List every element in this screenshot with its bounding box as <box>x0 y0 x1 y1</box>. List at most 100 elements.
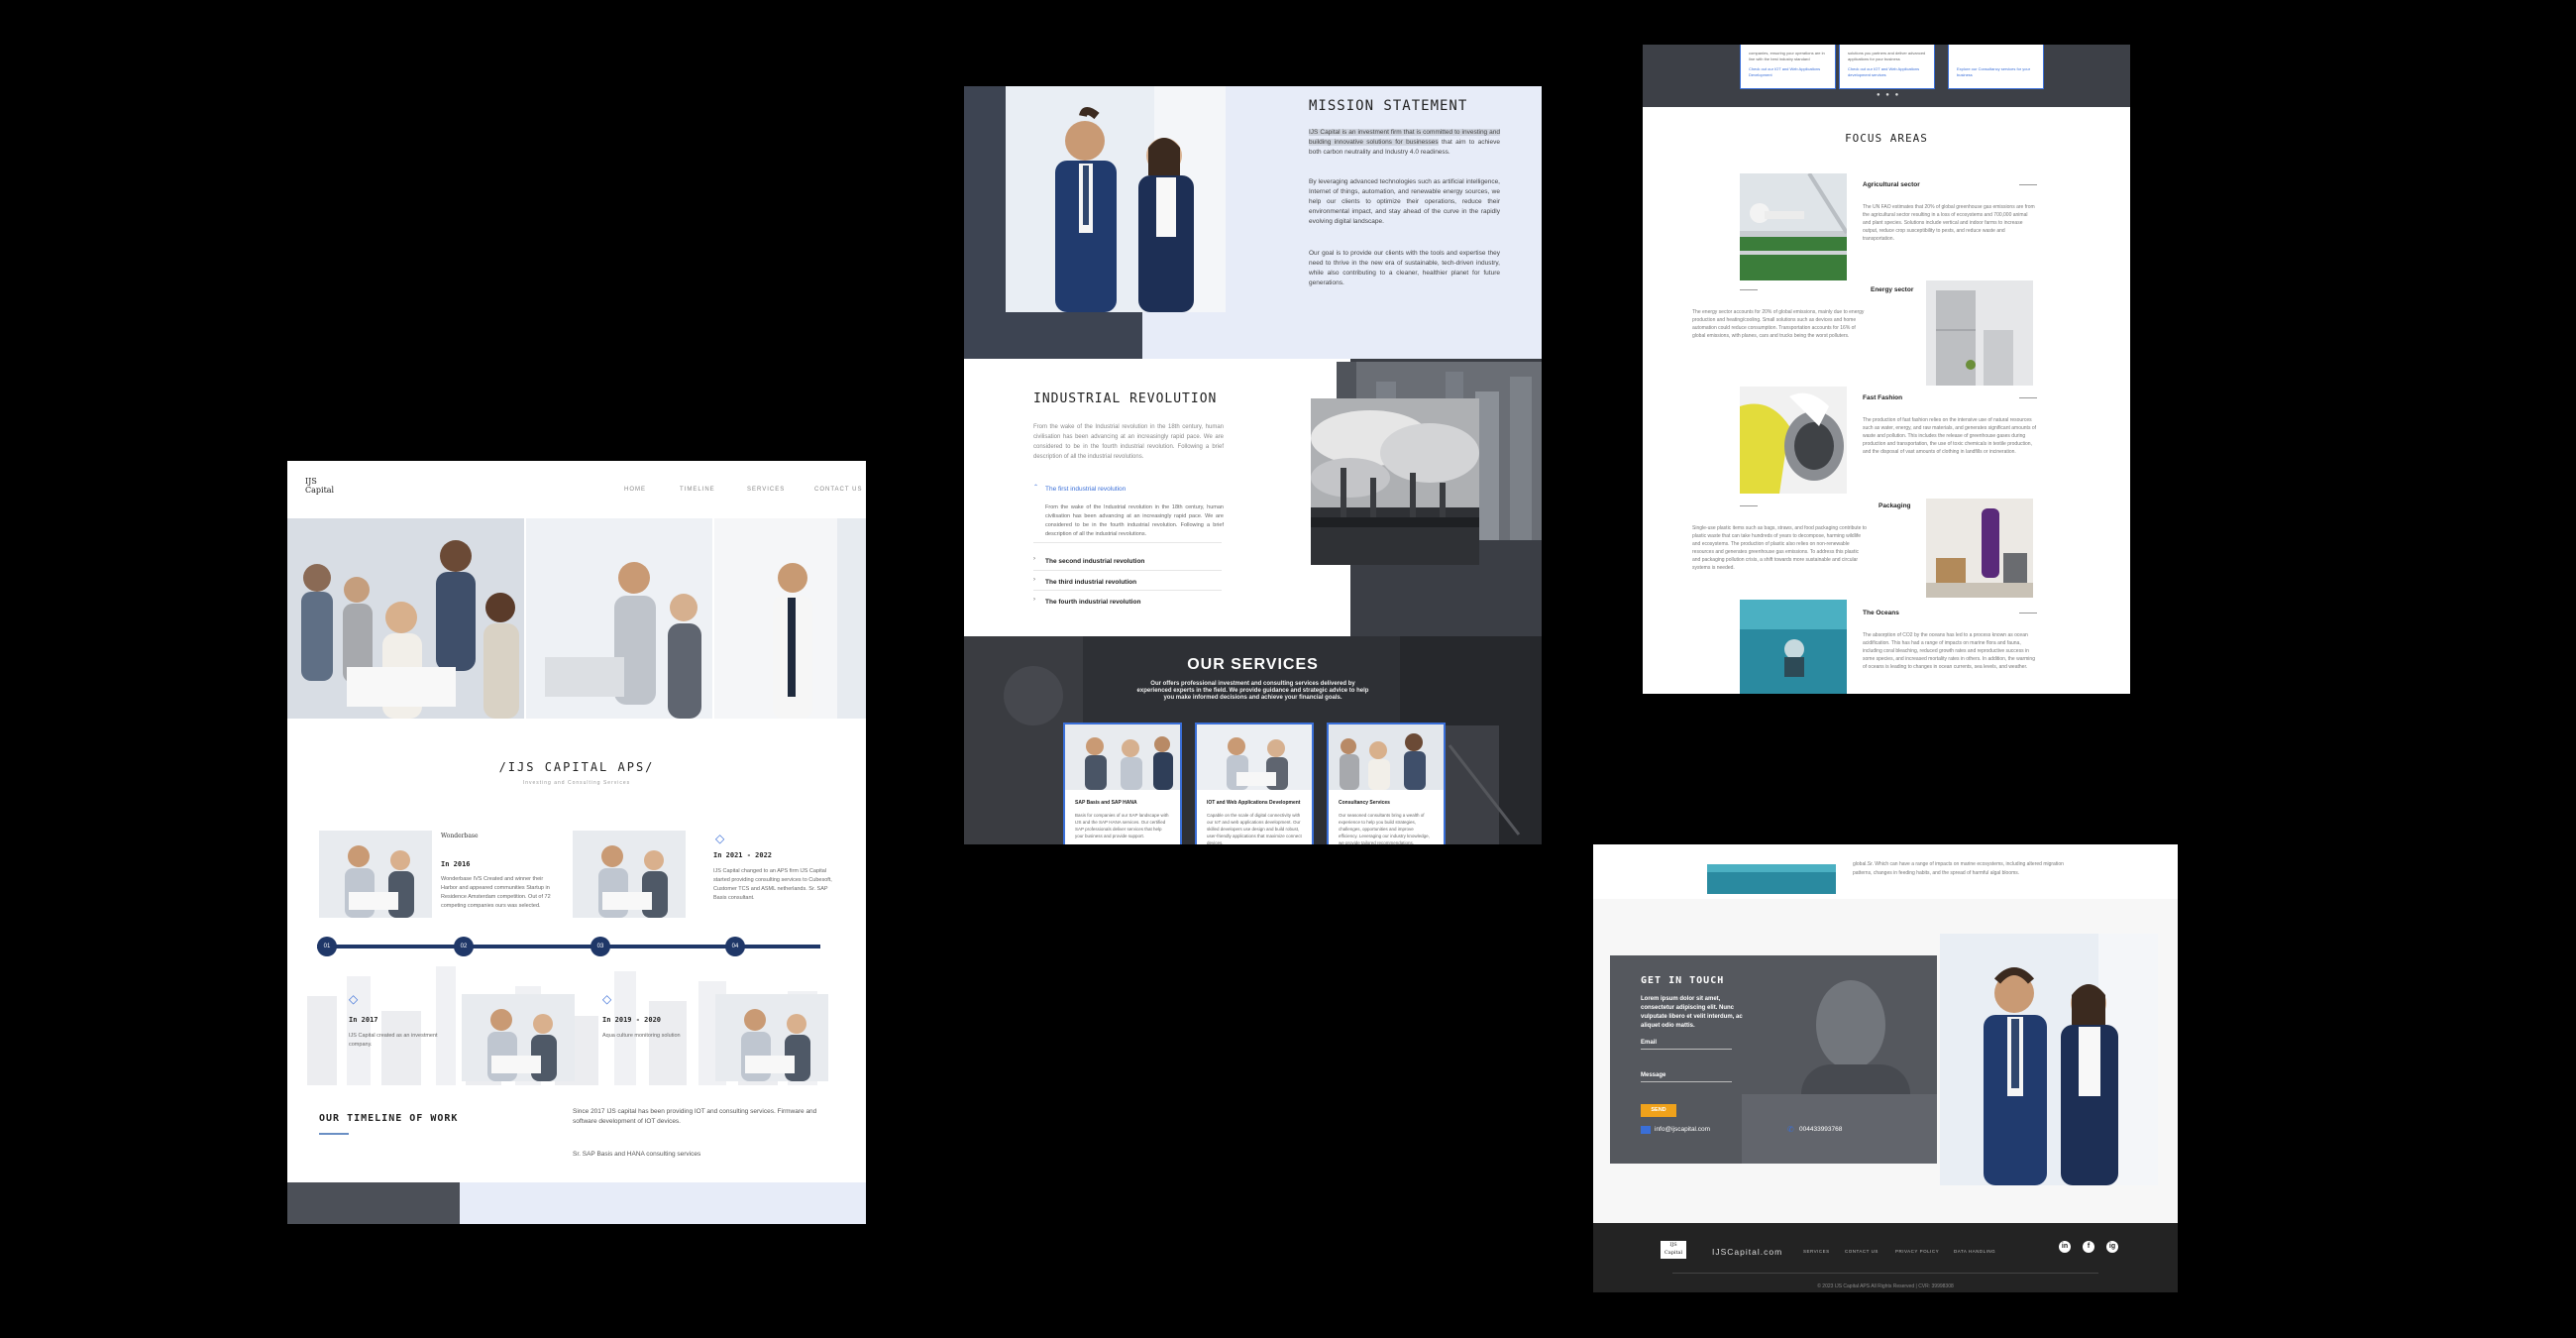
send-button[interactable]: SEND <box>1641 1104 1676 1117</box>
services-description: Our offers professional investment and c… <box>1136 681 1369 701</box>
contact-phone[interactable]: 004433993768 <box>1799 1126 1842 1133</box>
card-link[interactable]: Explore our Consultancy services for you… <box>1957 66 2036 78</box>
service-card-text: Capable on the scale of digital connecti… <box>1207 813 1302 844</box>
accordion-item-3[interactable]: The third industrial revolution <box>1045 579 1136 586</box>
top-service-card-1[interactable]: companies, ensuring your operations are … <box>1740 45 1836 89</box>
service-image <box>1329 725 1444 790</box>
focus-heading: The Oceans <box>1863 610 1899 616</box>
mission-title: MISSION STATEMENT <box>1309 98 1468 114</box>
divider <box>2019 397 2037 398</box>
mission-paragraph-1: IJS Capital is an investment firm that i… <box>1309 128 1500 158</box>
mail-icon <box>1641 1126 1651 1134</box>
industrial-intro: From the wake of the Industrial revoluti… <box>1033 424 1224 460</box>
service-card-text: Our seasoned consultants bring a wealth … <box>1339 813 1430 844</box>
divider <box>1033 570 1222 571</box>
nav-timeline[interactable]: TIMELINE <box>680 487 715 493</box>
focus-heading: Fast Fashion <box>1863 394 1903 401</box>
accordion-item-1[interactable]: The first industrial revolution <box>1045 486 1126 493</box>
timeline-image-1 <box>319 831 432 918</box>
divider <box>1033 542 1222 543</box>
nav-services[interactable]: SERVICES <box>747 487 785 493</box>
diamond-icon: ◇ <box>715 832 725 845</box>
top-service-card-3[interactable]: Explore our Consultancy services for you… <box>1948 45 2044 89</box>
timeline-year-3: In 2021 - 2022 <box>713 851 773 859</box>
top-service-card-2[interactable]: solutions you partners and deliver advan… <box>1839 45 1935 89</box>
focus-text: Single-use plastic items such as bags, s… <box>1692 525 1867 571</box>
focus-heading: Energy sector <box>1871 286 1914 293</box>
timeline-image-2 <box>462 994 575 1081</box>
company-title: /IJS CAPITAL APS/ <box>498 760 655 774</box>
footer-logo-line2: Capital <box>1664 1250 1683 1256</box>
accordion-item-4[interactable]: The fourth industrial revolution <box>1045 599 1140 606</box>
footer-logo[interactable]: IJS Capital <box>1661 1241 1686 1259</box>
instagram-icon[interactable]: ig <box>2106 1241 2118 1253</box>
hero-image <box>287 518 866 719</box>
message-label: Message <box>1641 1072 1666 1078</box>
footer-link-data[interactable]: DATA HANDLING <box>1954 1249 1995 1254</box>
email-field[interactable] <box>1641 1049 1732 1050</box>
industrial-title: INDUSTRIAL REVOLUTION <box>1033 391 1218 406</box>
service-card-consultancy[interactable]: Consultancy Services Our seasoned consul… <box>1327 723 1446 844</box>
timeline-text-2: IJS Capital created as an investment com… <box>349 1033 438 1048</box>
focus-areas-preview: companies, ensuring your operations are … <box>1643 45 2130 694</box>
timeline-dot-3[interactable]: 03 <box>590 937 610 956</box>
timeline-year-1: In 2016 <box>441 860 471 868</box>
footer-link-privacy[interactable]: PRIVACY POLICY <box>1895 1249 1939 1254</box>
card-link[interactable]: Check out our IOT and Web Applications D… <box>1749 66 1828 78</box>
oceans-text-continuation: global.Sr. Which can have a range of imp… <box>1853 861 2064 876</box>
mission-paragraph-2: By leveraging advanced technologies such… <box>1309 178 1500 225</box>
contact-team-image <box>1940 934 2158 1185</box>
message-field[interactable] <box>1641 1081 1732 1082</box>
facebook-icon[interactable]: f <box>2083 1241 2094 1253</box>
brand-logo[interactable]: IJS Capital <box>305 477 334 495</box>
next-section-image <box>287 1182 460 1224</box>
footer-link-services[interactable]: SERVICES <box>1803 1249 1830 1254</box>
accordion-item-2[interactable]: The second industrial revolution <box>1045 558 1144 565</box>
diamond-icon: ◇ <box>349 992 359 1006</box>
footer-link-contact[interactable]: CONTACT US <box>1845 1249 1878 1254</box>
factory-smoke-image <box>1311 398 1479 565</box>
service-card-title: IOT and Web Applications Development <box>1207 800 1301 806</box>
card-link[interactable]: Check out our IOT and Web Applications d… <box>1848 66 1927 78</box>
wonderbase-logo: Wonderbase <box>441 833 479 839</box>
focus-text: The UN FAO estimates that 20% of global … <box>1863 204 2035 242</box>
timeline-dot-2[interactable]: 02 <box>454 937 474 956</box>
timeline-text-4: Aqua culture monitoring solution <box>602 1033 681 1039</box>
timeline-dot-1[interactable]: 01 <box>317 937 337 956</box>
timeline-description: Since 2017 IJS capital has been providin… <box>573 1108 817 1125</box>
service-card-text: Basis for companies of our SAP landscape… <box>1075 813 1169 838</box>
agriculture-image <box>1740 173 1847 280</box>
service-card-iot[interactable]: IOT and Web Applications Development Cap… <box>1195 723 1314 844</box>
nav-home[interactable]: HOME <box>624 487 646 493</box>
timeline-section-title: OUR TIMELINE OF WORK <box>319 1113 459 1124</box>
carousel-dots[interactable]: ● ● ● <box>1877 92 1900 98</box>
timeline-text-1: Wonderbase IVS Created and winner their … <box>441 876 551 909</box>
nav-contact[interactable]: CONTACT US <box>814 487 862 493</box>
card-text: solutions you partners and deliver advan… <box>1848 51 1926 61</box>
mission-paragraph-3: Our goal is to provide our clients with … <box>1309 250 1500 286</box>
timeline-year-4: In 2019 - 2020 <box>602 1016 662 1024</box>
contact-email[interactable]: info@ijscapital.com <box>1655 1126 1710 1133</box>
chevron-right-icon: › <box>1033 556 1035 562</box>
divider <box>1740 505 1758 506</box>
email-label: Email <box>1641 1040 1658 1046</box>
copyright: © 2023 IJS Capital APS All Rights Reserv… <box>1817 1283 1954 1289</box>
phone-icon: ✆ <box>1787 1125 1794 1134</box>
focus-text: The production of fast fashion relies on… <box>1863 417 2037 455</box>
home-page-preview: IJS Capital HOME TIMELINE SERVICES CONTA… <box>287 461 866 1224</box>
service-card-title: SAP Basis and SAP HANA <box>1075 800 1137 806</box>
contact-page-preview: global.Sr. Which can have a range of imp… <box>1593 844 2178 1292</box>
energy-image <box>1926 280 2033 386</box>
brand-line2: Capital <box>305 486 335 495</box>
diamond-icon: ◇ <box>602 992 612 1006</box>
linkedin-icon[interactable]: in <box>2059 1241 2071 1253</box>
timeline-dot-4[interactable]: 04 <box>725 937 745 956</box>
mission-image <box>1006 86 1226 312</box>
footer-brand[interactable]: IJSCapital.com <box>1712 1247 1782 1257</box>
divider <box>2019 184 2037 185</box>
fashion-image <box>1740 387 1847 494</box>
footer-divider <box>1672 1273 2098 1274</box>
title-underline <box>319 1133 349 1135</box>
focus-heading: Agricultural sector <box>1863 181 1920 188</box>
service-card-sap[interactable]: SAP Basis and SAP HANA Basis for compani… <box>1063 723 1182 844</box>
